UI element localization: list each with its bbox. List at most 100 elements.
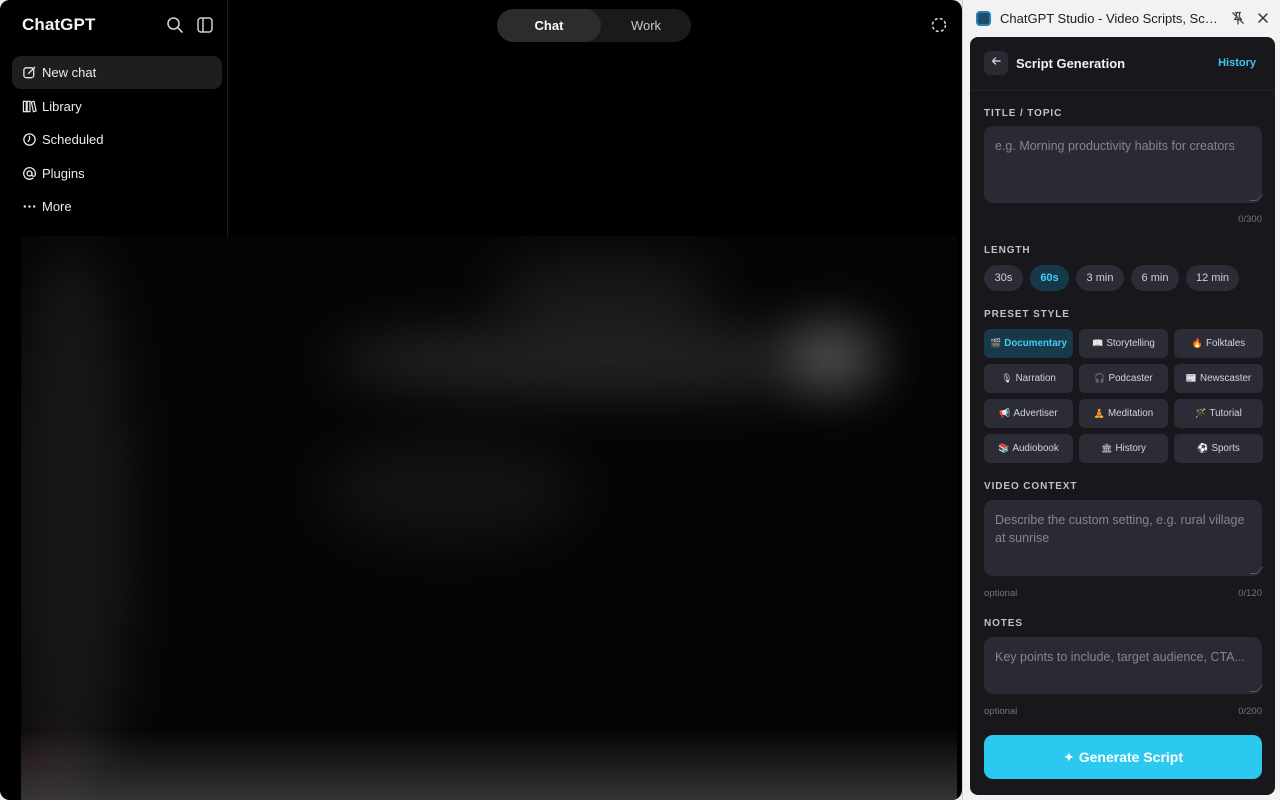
newspaper-icon: 📰	[1185, 373, 1198, 383]
microphone-icon: 🎙	[1001, 373, 1013, 383]
video-context-label: VIDEO CONTEXT	[984, 481, 1078, 492]
search-icon[interactable]	[165, 15, 185, 35]
style-label: Narration	[1015, 373, 1056, 384]
side-panel-title: ChatGPT Studio - Video Scripts, Sce...	[1000, 11, 1222, 26]
style-label: Sports	[1211, 443, 1240, 454]
video-context-hint: optional	[984, 588, 1018, 599]
title-char-counter: 0/300	[1238, 214, 1262, 225]
length-option-12min[interactable]: 12 min	[1186, 265, 1239, 291]
panel-topbar: Script Generation History	[970, 37, 1275, 91]
sparkle-icon: ✦	[1063, 748, 1075, 765]
video-context-char-counter: 0/120	[1238, 588, 1262, 599]
generate-script-button[interactable]: ✦ Generate Script	[984, 735, 1262, 779]
extension-side-panel: ChatGPT Studio - Video Scripts, Sce... S…	[962, 0, 1280, 800]
style-label: Documentary	[1004, 338, 1067, 349]
style-option-advertiser[interactable]: 📢 Advertiser	[984, 399, 1073, 428]
preset-style-label: PRESET STYLE	[984, 309, 1070, 320]
style-label: Storytelling	[1106, 338, 1155, 349]
back-button[interactable]	[984, 51, 1008, 75]
style-option-folktales[interactable]: 🔥 Folktales	[1174, 329, 1263, 358]
style-label: Audiobook	[1012, 443, 1059, 454]
style-option-sports[interactable]: ⚽ Sports	[1174, 434, 1263, 463]
fire-icon: 🔥	[1191, 338, 1203, 348]
style-option-audiobook[interactable]: 📚 Audiobook	[984, 434, 1073, 463]
classical-building-icon: 🏛	[1101, 443, 1113, 453]
sidebar-item-label: New chat	[42, 65, 97, 80]
style-option-meditation[interactable]: 🧘 Meditation	[1079, 399, 1168, 428]
length-option-6min[interactable]: 6 min	[1131, 265, 1179, 291]
soccer-ball-icon: ⚽	[1197, 443, 1209, 453]
video-context-input[interactable]	[984, 500, 1262, 576]
close-icon[interactable]	[1255, 10, 1271, 26]
style-label: Folktales	[1206, 338, 1246, 349]
style-label: Advertiser	[1013, 408, 1058, 419]
sidebar-item-label: More	[42, 199, 72, 215]
style-option-podcaster[interactable]: 🎧 Podcaster	[1079, 364, 1168, 393]
style-option-narration[interactable]: 🎙 Narration	[984, 364, 1073, 393]
magic-wand-icon: 🪄	[1195, 408, 1207, 418]
style-option-documentary[interactable]: 🎬 Documentary	[984, 329, 1073, 358]
blur-shape	[321, 436, 581, 546]
sidebar-item-library[interactable]: Library	[12, 90, 222, 123]
headphones-icon: 🎧	[1094, 373, 1106, 383]
history-link[interactable]: History	[1218, 57, 1256, 69]
app-brand: ChatGPT	[22, 15, 96, 34]
extension-logo-icon	[976, 11, 991, 26]
style-label: Tutorial	[1209, 408, 1242, 419]
at-icon	[21, 165, 37, 181]
tab-work[interactable]: Work	[601, 9, 691, 42]
sidebar-toggle-icon[interactable]	[195, 15, 215, 35]
sidebar-item-more[interactable]: More	[12, 190, 222, 223]
preset-style-grid: 🎬 Documentary 📖 Storytelling 🔥 Folktales 🎙 N…	[984, 329, 1263, 463]
blur-shape	[491, 256, 721, 326]
style-label: Newscaster	[1200, 373, 1252, 384]
sidebar-item-scheduled[interactable]: Scheduled	[12, 123, 222, 156]
sidebar-item-new-chat[interactable]: New chat	[12, 56, 222, 89]
sidebar-item-plugins[interactable]: Plugins	[12, 157, 222, 190]
chatgpt-window: ChatGPT New chat Library Scheduled Plugi…	[0, 0, 962, 800]
style-option-storytelling[interactable]: 📖 Storytelling	[1079, 329, 1168, 358]
blurred-content	[21, 236, 957, 800]
style-label: Meditation	[1108, 408, 1154, 419]
sidebar-item-label: Plugins	[42, 165, 85, 181]
length-option-30s[interactable]: 30s	[984, 265, 1023, 291]
blur-shape	[791, 321, 876, 391]
title-topic-label: TITLE / TOPIC	[984, 108, 1063, 119]
title-topic-input[interactable]	[984, 126, 1262, 203]
script-generation-panel: Script Generation History TITLE / TOPIC …	[970, 37, 1275, 795]
left-gutter	[0, 236, 21, 800]
side-panel-header: ChatGPT Studio - Video Scripts, Sce...	[963, 0, 1280, 36]
sidebar-item-label: Scheduled	[42, 132, 104, 148]
mode-toggle: Chat Work	[497, 9, 691, 42]
style-option-history[interactable]: 🏛 History	[1079, 434, 1168, 463]
sidebar-nav: New chat Library Scheduled Plugins More	[12, 56, 222, 224]
bottom-fade	[21, 730, 957, 800]
megaphone-icon: 📢	[999, 408, 1011, 418]
length-option-60s[interactable]: 60s	[1030, 265, 1069, 291]
notes-input[interactable]	[984, 637, 1262, 694]
style-label: History	[1115, 443, 1146, 454]
meditation-icon: 🧘	[1093, 408, 1105, 418]
book-icon: 📖	[1092, 338, 1104, 348]
length-option-3min[interactable]: 3 min	[1076, 265, 1124, 291]
sidebar: ChatGPT New chat Library Scheduled Plugi…	[0, 0, 228, 236]
style-option-tutorial[interactable]: 🪄 Tutorial	[1174, 399, 1263, 428]
ellipsis-icon	[21, 199, 37, 215]
temporary-chat-icon[interactable]	[930, 16, 948, 34]
length-label: LENGTH	[984, 245, 1031, 256]
sidebar-item-label: Library	[42, 98, 82, 114]
blur-shape	[21, 246, 131, 800]
library-icon	[21, 98, 37, 114]
compose-icon	[21, 65, 37, 81]
arrow-left-icon	[990, 54, 1002, 72]
style-option-newscaster[interactable]: 📰 Newscaster	[1174, 364, 1263, 393]
page-title: Script Generation	[1016, 56, 1126, 71]
tab-chat[interactable]: Chat	[497, 9, 601, 42]
clapperboard-icon: 🎬	[990, 338, 1002, 348]
style-label: Podcaster	[1108, 373, 1153, 384]
length-options: 30s 60s 3 min 6 min 12 min	[984, 265, 1239, 291]
pin-icon[interactable]	[1230, 10, 1246, 26]
notes-label: NOTES	[984, 618, 1023, 629]
clock-icon	[21, 132, 37, 148]
books-icon: 📚	[998, 443, 1010, 453]
